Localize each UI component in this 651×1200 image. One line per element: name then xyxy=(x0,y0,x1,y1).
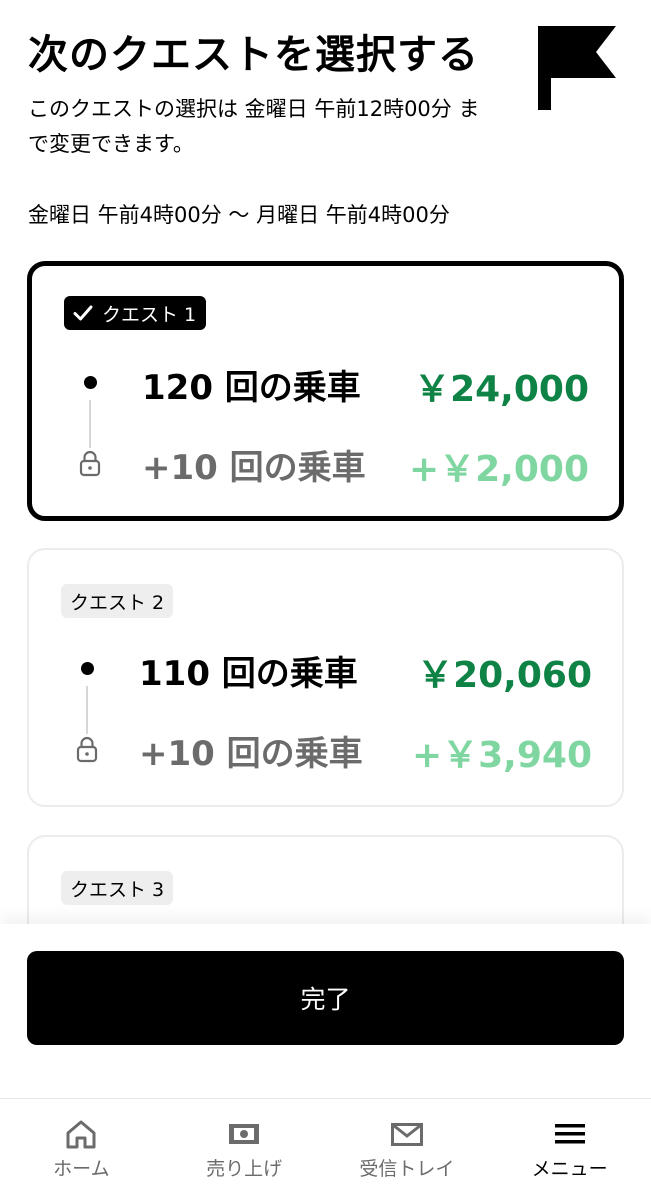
nav-item-earnings[interactable]: 売り上げ xyxy=(163,1099,326,1200)
bottom-action-panel: 完了 xyxy=(0,924,651,1098)
nav-item-menu[interactable]: メニュー xyxy=(488,1099,651,1200)
quest-badge-label: クエスト 2 xyxy=(70,591,165,614)
earnings-icon xyxy=(229,1124,260,1144)
menu-icon xyxy=(554,1124,585,1144)
quest-card-2[interactable]: クエスト 2 110 回の乗車 ￥20,060 +10 回の乗車 +￥3,940 xyxy=(27,548,624,807)
tier-amount: +￥3,940 xyxy=(411,735,592,776)
quest-date-range: 金曜日 午前4時00分 〜 月曜日 午前4時00分 xyxy=(28,203,450,227)
page-title: 次のクエストを選択する xyxy=(28,32,479,78)
nav-label: 売り上げ xyxy=(206,1158,283,1180)
tier-rides: 110 回の乗車 xyxy=(139,654,358,694)
mail-icon xyxy=(390,1123,423,1146)
quest-tier-base: 120 回の乗車 ￥24,000 xyxy=(32,358,619,410)
tier-dot-icon xyxy=(84,376,97,389)
done-button[interactable]: 完了 xyxy=(27,951,624,1045)
tier-rides: +10 回の乗車 xyxy=(139,734,363,774)
tier-rides: 120 回の乗車 xyxy=(142,368,361,408)
quest-badge-2: クエスト 2 xyxy=(61,584,174,618)
home-icon xyxy=(66,1120,96,1149)
quest-card-1[interactable]: クエスト 1 120 回の乗車 ￥24,000 +10 回の乗車 +￥2,000 xyxy=(27,261,624,521)
lock-icon xyxy=(79,450,101,477)
nav-item-inbox[interactable]: 受信トレイ xyxy=(326,1099,489,1200)
tier-amount: +￥2,000 xyxy=(408,449,589,490)
quest-tier-base: 110 回の乗車 ￥20,060 xyxy=(29,644,622,696)
nav-item-home[interactable]: ホーム xyxy=(0,1099,163,1200)
checkmark-icon xyxy=(73,305,93,321)
nav-label: メニュー xyxy=(531,1158,608,1180)
change-deadline-text: このクエストの選択は 金曜日 午前12時00分 まで変更できます。 xyxy=(28,97,480,156)
bottom-nav: ホーム 売り上げ 受信トレイ メニュー xyxy=(0,1098,651,1200)
quest-badge-label: クエスト 1 xyxy=(102,303,197,326)
tier-amount: ￥20,060 xyxy=(417,655,592,696)
tier-amount: ￥24,000 xyxy=(414,369,589,410)
flag-icon xyxy=(538,26,616,110)
tier-dot-icon xyxy=(81,662,94,675)
nav-label: 受信トレイ xyxy=(359,1158,455,1180)
quest-badge-3: クエスト 3 xyxy=(61,871,174,905)
lock-icon xyxy=(76,736,98,763)
quest-badge-1: クエスト 1 xyxy=(64,296,207,330)
quest-tier-bonus: +10 回の乗車 +￥3,940 xyxy=(29,724,622,776)
nav-label: ホーム xyxy=(53,1158,110,1180)
tier-rides: +10 回の乗車 xyxy=(142,448,366,488)
quest-badge-label: クエスト 3 xyxy=(70,878,165,901)
quest-tier-bonus: +10 回の乗車 +￥2,000 xyxy=(32,438,619,490)
